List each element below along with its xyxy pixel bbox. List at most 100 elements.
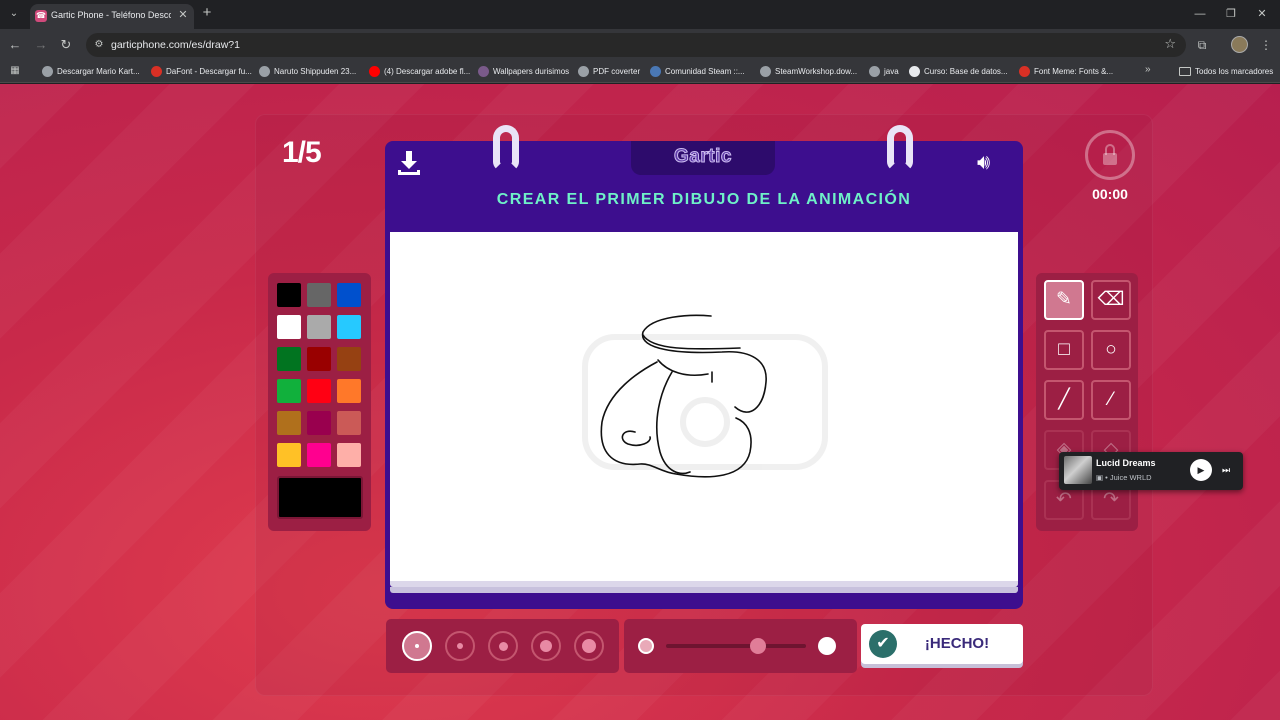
brush-size-dot [540,640,552,652]
brush-size-4[interactable] [531,631,561,661]
download-icon[interactable] [397,151,421,175]
bookmark-star-icon[interactable]: ☆ [1164,36,1176,52]
gartic-favicon-icon: ☎ [35,10,47,22]
brush-size-3[interactable] [488,631,518,661]
color-swatch[interactable] [337,315,361,339]
tool-eraser[interactable]: ⌫ [1091,280,1131,320]
sound-volume-icon[interactable]: 🔊︎ [977,150,1011,176]
profile-avatar[interactable] [1231,36,1248,53]
bookmark-item[interactable]: java [869,64,899,79]
tab-search-chevron-down-icon[interactable]: ⌄ [4,5,24,23]
page-edge [390,587,1018,593]
extensions-icon[interactable]: ⧉ [1193,36,1211,54]
color-swatch[interactable] [307,411,331,435]
done-button[interactable]: ✔ ¡HECHO! [861,624,1023,664]
tab-title: Gartic Phone - Teléfono Descomp [51,10,171,20]
drawing-canvas[interactable] [390,232,1018,581]
gartic-page: 1/5 00:00 Gartic 🔊︎ CREAR EL PRIMER DIBU… [0,84,1280,720]
bookmark-favicon-icon [760,66,771,77]
forward-arrow-icon[interactable]: → [32,36,50,54]
color-swatch[interactable] [277,411,301,435]
bookmark-item[interactable]: SteamWorkshop.dow... [760,64,857,79]
bookmark-label: Naruto Shippuden 23... [274,67,357,76]
lock-button[interactable] [1085,130,1135,180]
tab-gartic-phone[interactable]: ☎ Gartic Phone - Teléfono Descomp ✕ [30,4,194,29]
bookmark-favicon-icon [42,66,53,77]
play-icon[interactable]: ▶ [1190,459,1212,481]
tools-panel: ✎ ⌫ □ ○ ╱ ⁄ ◈ ◇ ↶ ↷ [1036,273,1138,531]
tab-close-icon[interactable]: ✕ [176,8,190,22]
site-info-icon[interactable]: ⚙ [92,37,106,53]
bookmark-favicon-icon [578,66,589,77]
bookmark-favicon-icon [1019,66,1030,77]
bookmark-item[interactable]: Descargar Mario Kart... [42,64,140,79]
color-swatch[interactable] [337,411,361,435]
color-swatch[interactable] [337,283,361,307]
color-swatch[interactable] [277,347,301,371]
opacity-thumb[interactable] [750,638,767,654]
color-swatch[interactable] [307,443,331,467]
logo-tab: Gartic [631,141,775,175]
opacity-track[interactable] [666,644,806,648]
color-swatch[interactable] [277,379,301,403]
bookmark-label: DaFont - Descargar fu... [166,67,252,76]
tool-rectangle[interactable]: □ [1044,330,1084,370]
opacity-low-icon [638,638,654,654]
color-swatch[interactable] [277,315,301,339]
lock-icon [1103,153,1117,165]
color-swatch[interactable] [337,379,361,403]
brush-size-2[interactable] [445,631,475,661]
menu-kebab-icon[interactable]: ⋮ [1257,36,1275,54]
bookmark-item[interactable]: Comunidad Steam ::... [650,64,745,79]
bookmark-item[interactable]: Font Meme: Fonts &... [1019,64,1113,79]
color-swatch[interactable] [277,443,301,467]
undo-icon: ↶ [1056,489,1072,510]
brush-size-dot [415,644,419,648]
color-swatch[interactable] [307,315,331,339]
bookmarks-overflow-icon[interactable]: » [1145,64,1151,75]
color-swatch[interactable] [337,443,361,467]
bookmark-item[interactable]: PDF coverter [578,64,640,79]
brush-size-5[interactable] [574,631,604,661]
color-swatch[interactable] [307,347,331,371]
notebook-ring [887,125,913,171]
color-swatch[interactable] [307,379,331,403]
gartic-logo: Gartic [674,146,732,168]
bookmark-item[interactable]: Naruto Shippuden 23... [259,64,356,79]
color-swatch[interactable] [277,283,301,307]
rectangle-icon: □ [1058,339,1070,360]
tool-line[interactable]: ╱ [1044,380,1084,420]
download-arrow-head [401,161,417,169]
address-bar[interactable]: ⚙ garticphone.com/es/draw?1 ☆ [86,33,1186,57]
round-counter: 1/5 [282,136,322,169]
minimize-icon[interactable]: — [1190,6,1210,22]
color-swatch[interactable] [307,283,331,307]
apps-grid-icon[interactable]: ▦ [8,64,22,78]
bookmark-favicon-icon [909,66,920,77]
tool-ellipse[interactable]: ○ [1091,330,1131,370]
all-bookmarks-folder[interactable]: Todos los marcadores [1179,64,1273,79]
reload-icon[interactable]: ↻ [57,36,75,54]
bookmark-item[interactable]: DaFont - Descargar fu... [151,64,252,79]
eyedropper-icon: ⁄ [1109,389,1113,410]
bookmark-item[interactable]: Wallpapers durisimos [478,64,569,79]
tool-pencil[interactable]: ✎ [1044,280,1084,320]
next-track-icon[interactable]: ⏭ [1219,462,1233,478]
brush-size-dot [457,643,463,649]
back-arrow-icon[interactable]: ← [6,36,24,54]
bookmark-item[interactable]: (4) Descargar adobe fl... [369,64,470,79]
new-tab-plus-icon[interactable]: + [199,5,215,21]
restore-icon[interactable]: ❐ [1221,6,1241,22]
bookmark-favicon-icon [478,66,489,77]
tool-eyedropper[interactable]: ⁄ [1091,380,1131,420]
redo-icon: ↷ [1103,489,1119,510]
bookmark-item[interactable]: Curso: Base de datos... [909,64,1008,79]
window-close-icon[interactable]: ✕ [1252,6,1272,22]
color-swatch[interactable] [337,347,361,371]
brush-size-dot [582,639,596,653]
opacity-slider[interactable] [624,619,857,673]
brush-size-1[interactable] [402,631,432,661]
bookmark-favicon-icon [151,66,162,77]
bookmark-label: Curso: Base de datos... [924,67,1008,76]
folder-icon [1179,67,1191,76]
